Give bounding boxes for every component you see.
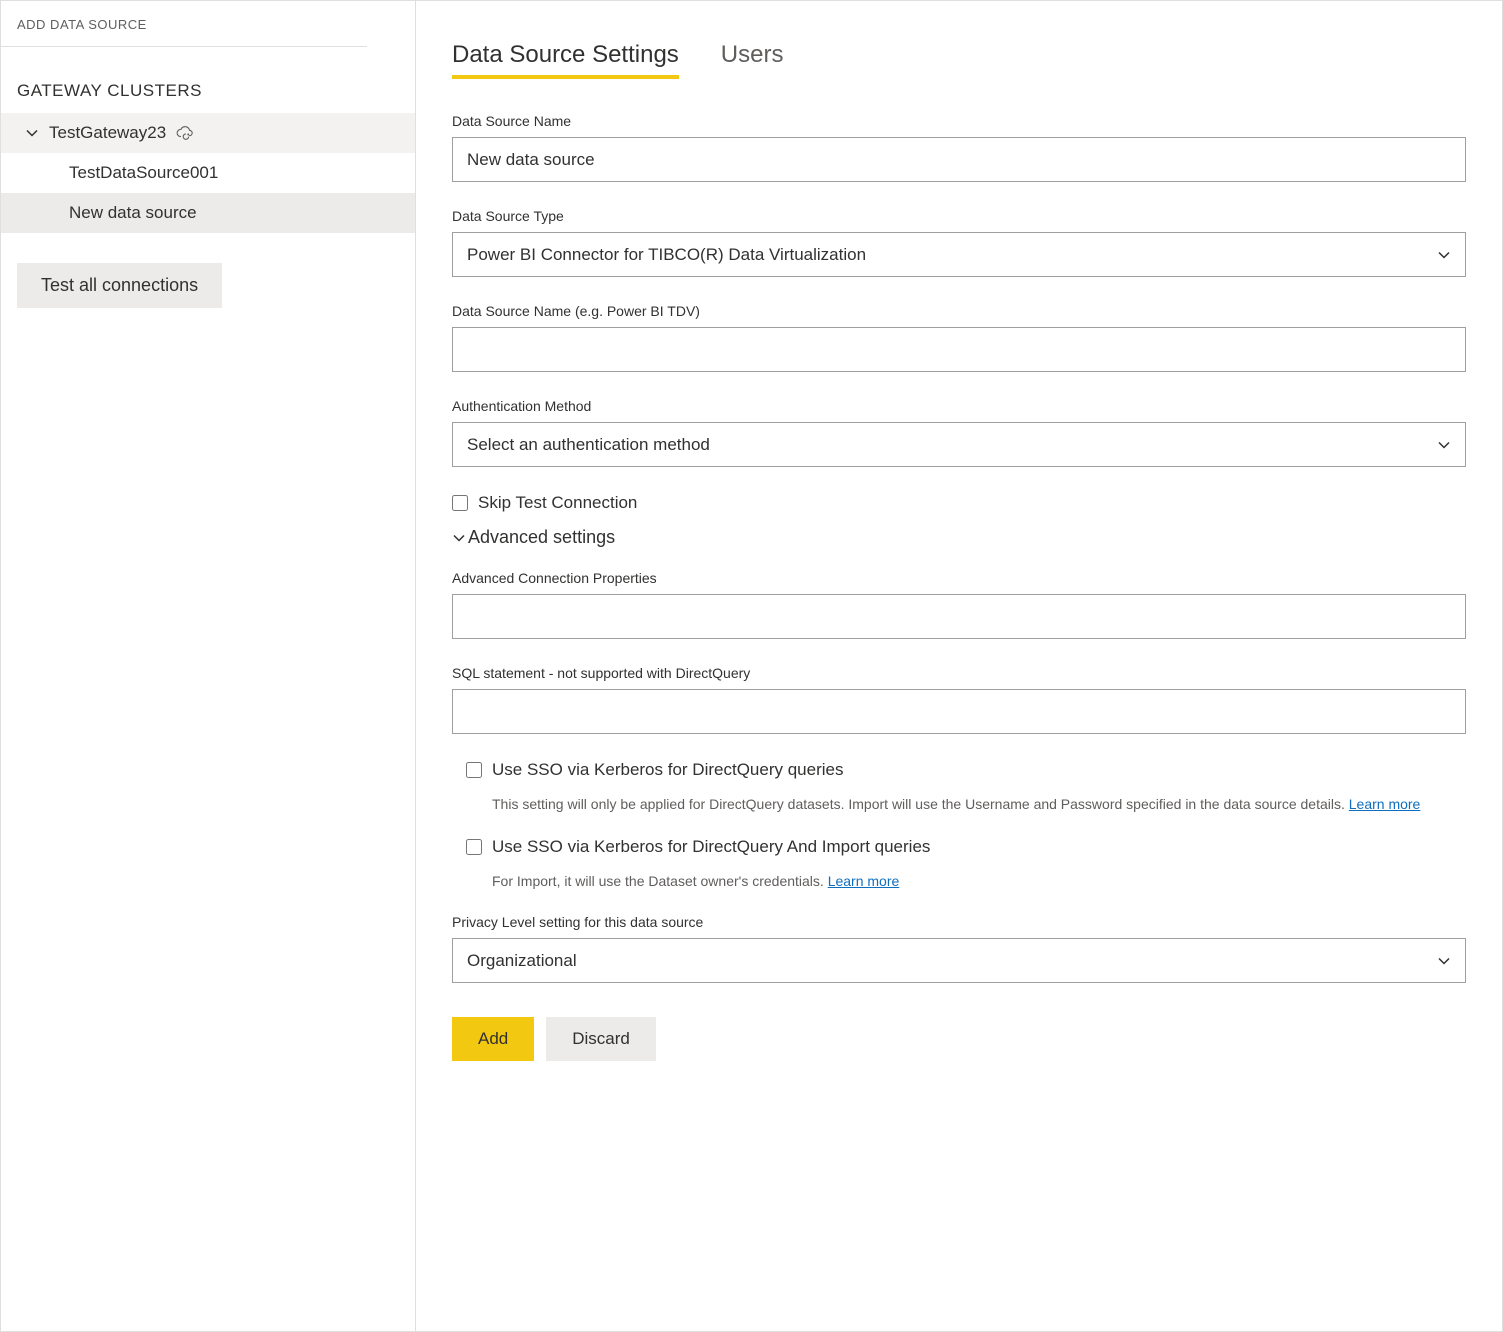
authentication-method-select[interactable]: Select an authentication method: [452, 422, 1466, 467]
advanced-connection-properties-label: Advanced Connection Properties: [452, 570, 1466, 586]
test-all-connections-button[interactable]: Test all connections: [17, 263, 222, 308]
sql-statement-label: SQL statement - not supported with Direc…: [452, 665, 1466, 681]
skip-test-connection-row: Skip Test Connection: [452, 493, 1466, 513]
sso-kerberos-dq-block: Use SSO via Kerberos for DirectQuery que…: [466, 760, 1466, 815]
privacy-level-select[interactable]: Organizational: [452, 938, 1466, 983]
add-button[interactable]: Add: [452, 1017, 534, 1061]
discard-button[interactable]: Discard: [546, 1017, 656, 1061]
skip-test-connection-label[interactable]: Skip Test Connection: [478, 493, 637, 513]
data-source-type-select[interactable]: Power BI Connector for TIBCO(R) Data Vir…: [452, 232, 1466, 277]
data-source-name-label: Data Source Name: [452, 113, 1466, 129]
privacy-level-label: Privacy Level setting for this data sour…: [452, 914, 1466, 930]
data-source-name-2-input[interactable]: [452, 327, 1466, 372]
field-block-privacy-level: Privacy Level setting for this data sour…: [452, 914, 1466, 983]
datasource-list: TestDataSource001 New data source: [1, 153, 415, 233]
tab-users[interactable]: Users: [721, 41, 784, 79]
field-block-authentication-method: Authentication Method Select an authenti…: [452, 398, 1466, 467]
sso-kerberos-dq-import-checkbox[interactable]: [466, 839, 482, 855]
sso-kerberos-dq-import-block: Use SSO via Kerberos for DirectQuery And…: [466, 837, 1466, 892]
sidebar: ADD DATA SOURCE GATEWAY CLUSTERS TestGat…: [1, 1, 416, 1331]
authentication-method-label: Authentication Method: [452, 398, 1466, 414]
cluster-item-testgateway23[interactable]: TestGateway23: [1, 113, 415, 153]
field-block-sql-statement: SQL statement - not supported with Direc…: [452, 665, 1466, 734]
cluster-name: TestGateway23: [49, 123, 166, 143]
add-data-source-title: ADD DATA SOURCE: [17, 17, 351, 32]
sql-statement-input[interactable]: [452, 689, 1466, 734]
data-source-type-label: Data Source Type: [452, 208, 1466, 224]
sso-kerberos-dq-import-row: Use SSO via Kerberos for DirectQuery And…: [466, 837, 1466, 857]
sidebar-header: ADD DATA SOURCE: [1, 1, 367, 47]
cluster-list: TestGateway23: [1, 113, 415, 153]
chevron-down-icon: [452, 531, 466, 545]
field-block-advanced-connection-properties: Advanced Connection Properties: [452, 570, 1466, 639]
tab-data-source-settings[interactable]: Data Source Settings: [452, 41, 679, 79]
advanced-settings-toggle[interactable]: Advanced settings: [452, 527, 615, 548]
data-source-name-input[interactable]: [452, 137, 1466, 182]
sso-kerberos-dq-label[interactable]: Use SSO via Kerberos for DirectQuery que…: [492, 760, 843, 780]
field-block-data-source-name-2: Data Source Name (e.g. Power BI TDV): [452, 303, 1466, 372]
data-source-name-2-label: Data Source Name (e.g. Power BI TDV): [452, 303, 1466, 319]
sso-kerberos-dq-help: This setting will only be applied for Di…: [492, 794, 1466, 815]
sidebar-item-testdatasource001[interactable]: TestDataSource001: [1, 153, 415, 193]
advanced-connection-properties-input[interactable]: [452, 594, 1466, 639]
tab-bar: Data Source Settings Users: [452, 41, 1466, 79]
main-panel: Data Source Settings Users Data Source N…: [416, 1, 1502, 1331]
field-block-data-source-type: Data Source Type Power BI Connector for …: [452, 208, 1466, 277]
gateway-clusters-heading: GATEWAY CLUSTERS: [1, 47, 415, 113]
skip-test-connection-checkbox[interactable]: [452, 495, 468, 511]
sso-kerberos-dq-row: Use SSO via Kerberos for DirectQuery que…: [466, 760, 1466, 780]
sso-kerberos-dq-checkbox[interactable]: [466, 762, 482, 778]
chevron-down-icon: [25, 126, 39, 140]
learn-more-link-2[interactable]: Learn more: [828, 873, 900, 889]
field-block-data-source-name: Data Source Name: [452, 113, 1466, 182]
sidebar-item-new-data-source[interactable]: New data source: [1, 193, 415, 233]
advanced-settings-label: Advanced settings: [468, 527, 615, 548]
form-button-row: Add Discard: [452, 1017, 1466, 1061]
learn-more-link-1[interactable]: Learn more: [1349, 796, 1421, 812]
sso-kerberos-dq-import-help: For Import, it will use the Dataset owne…: [492, 871, 1466, 892]
cloud-sync-icon: [176, 126, 194, 140]
sso-kerberos-dq-import-label[interactable]: Use SSO via Kerberos for DirectQuery And…: [492, 837, 930, 857]
